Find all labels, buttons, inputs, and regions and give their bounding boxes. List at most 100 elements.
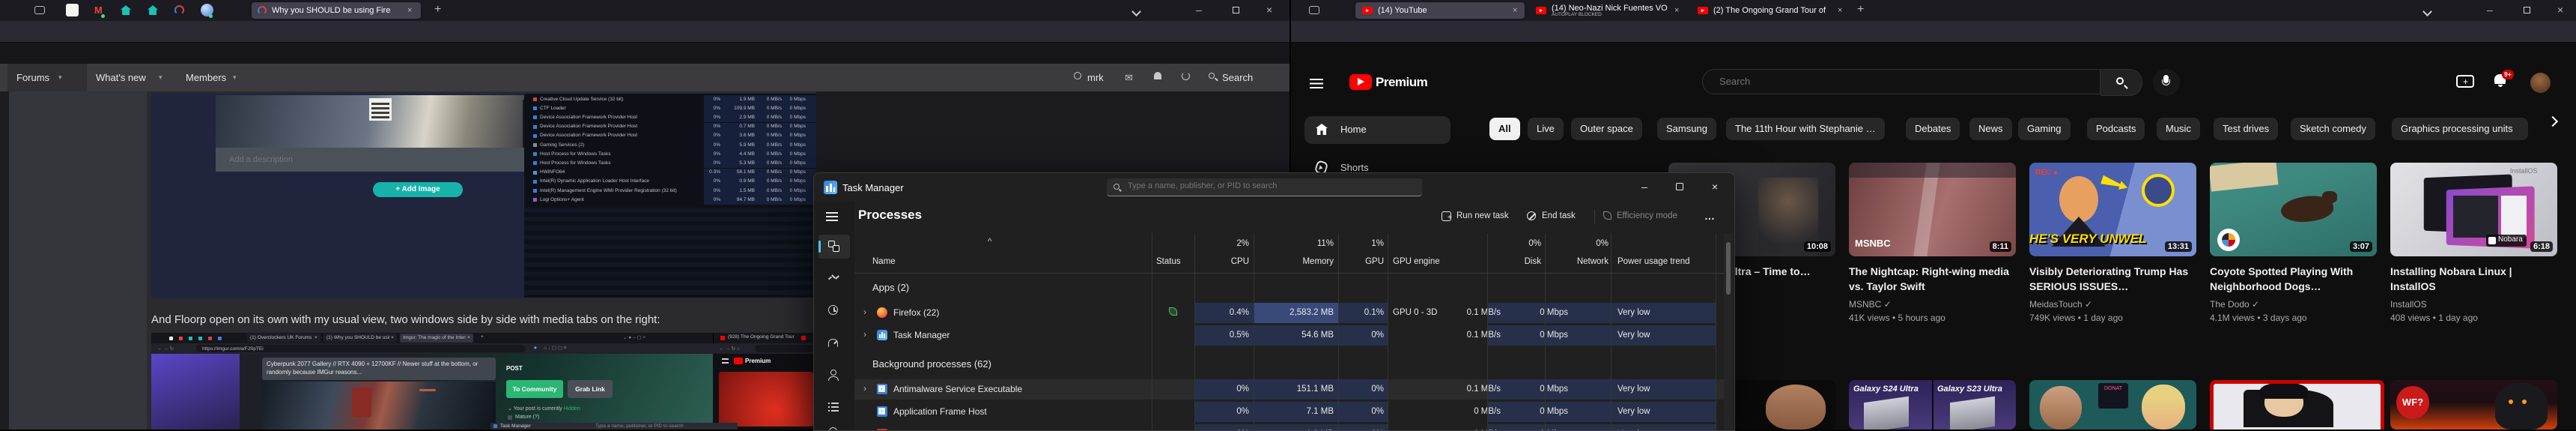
column-cpu[interactable]: CPU (1219, 257, 1249, 266)
video-card[interactable]: 3:07 Coyote Spotted Playing With Neighbor… (2210, 163, 2377, 335)
tab-list-chevron-icon[interactable] (1131, 7, 1141, 16)
alerts-bell-icon[interactable] (1154, 72, 1161, 79)
column-disk[interactable]: Disk (1511, 257, 1541, 266)
tab-close-icon[interactable]: × (1674, 6, 1679, 15)
column-gpu-engine[interactable]: GPU engine (1393, 257, 1440, 266)
sidebar-item-home[interactable]: Home (1304, 116, 1450, 144)
video-channel[interactable]: InstallOS (2390, 299, 2427, 310)
video-card[interactable]: MSNBC8:11The Nightcap: Right-wing media … (1849, 163, 2016, 335)
video-card[interactable]: REC ●HE'S VERY UNWEL13:31 Visibly Deterio… (2029, 163, 2196, 335)
browser-tab[interactable]: (14) YouTube× (1355, 2, 1525, 19)
search-input[interactable] (1718, 75, 2077, 88)
column-gpu[interactable]: GPU (1354, 257, 1384, 266)
video-thumbnail-row2[interactable] (2210, 380, 2384, 430)
column-memory[interactable]: Memory (1296, 257, 1334, 266)
library-icon[interactable] (1309, 6, 1319, 14)
run-new-task-button[interactable]: Run new task (1456, 211, 1509, 220)
tab-list-chevron-icon[interactable] (2422, 7, 2432, 16)
tm-nav-hamburger-icon[interactable] (826, 212, 838, 221)
column-network[interactable]: Network (1571, 257, 1609, 266)
column-name[interactable]: Name (872, 257, 896, 266)
video-thumbnail[interactable]: REC ●HE'S VERY UNWEL13:31 (2029, 163, 2196, 256)
minimize-button[interactable]: – (1196, 4, 1202, 15)
chip-debates[interactable]: Debates (1906, 118, 1960, 140)
sphere-pinned-tab-icon[interactable] (201, 4, 213, 16)
voice-search-button[interactable] (2153, 69, 2180, 96)
close-button[interactable]: × (1266, 4, 1272, 15)
guide-hamburger-icon[interactable] (1310, 79, 1323, 88)
video-title[interactable]: Installing Nobara Linux | InstallOS (2390, 264, 2554, 294)
tm-minimize-button[interactable]: – (1641, 181, 1647, 193)
process-group-label[interactable]: Background processes (62) (872, 358, 991, 370)
new-tab-button[interactable]: + (434, 4, 441, 15)
tm-scrollbar-thumb[interactable] (1726, 242, 1731, 295)
network-total[interactable]: 0% (1571, 239, 1609, 248)
search-box[interactable] (1702, 69, 2100, 94)
youtube-logo-icon[interactable] (1349, 74, 1372, 90)
expand-chevron-icon[interactable]: › (863, 383, 866, 394)
maximize-button[interactable] (2524, 7, 2530, 13)
premium-wordmark[interactable]: Premium (1376, 75, 1427, 90)
process-row[interactable]: Application Frame Host0%7.1 MB0%0 MB/s0 … (854, 402, 1724, 422)
process-row[interactable]: ›Task Manager0.5%54.6 MB0%0.1 MB/s0 Mbps… (854, 325, 1724, 346)
video-thumbnail-row2[interactable]: DONAT (2029, 380, 2196, 430)
forum-nav-item-what-s-new[interactable]: What's new (96, 72, 146, 83)
tab-forum-thread[interactable]: Why you SHOULD be using Fire × (252, 2, 421, 19)
video-thumbnail-row2[interactable]: Galaxy S24 UltraGalaxy S23 Ultra (1849, 380, 2016, 430)
create-icon[interactable]: + (2456, 75, 2474, 88)
gpu-total[interactable]: 1% (1354, 239, 1384, 248)
rail-app-history-icon[interactable] (828, 305, 840, 317)
chip-all[interactable]: All (1489, 118, 1520, 140)
chip-the-11th-hour-with-stephanie-[interactable]: The 11th Hour with Stephanie … (1726, 118, 1885, 140)
process-row[interactable]: ›Firefox (22)0.4%2,583.2 MB0.1%GPU 0 - 3… (854, 303, 1724, 323)
tm-search-box[interactable] (1107, 178, 1422, 196)
tab-close-icon[interactable]: × (407, 6, 412, 15)
home-assistant-pinned-tab-icon[interactable] (120, 4, 133, 16)
disk-total[interactable]: 0% (1511, 239, 1541, 248)
minimize-button[interactable]: – (2487, 4, 2493, 15)
column-power[interactable]: Power usage trend (1617, 257, 1690, 266)
gmail-pinned-tab-icon[interactable]: M (93, 4, 106, 16)
home-assistant-pinned-tab-icon[interactable] (147, 4, 160, 16)
video-card[interactable]: InstallOSNobara6:18Installing Nobara Lin… (2390, 163, 2557, 335)
video-channel[interactable]: The Dodo ✓ (2210, 299, 2259, 310)
video-title[interactable]: Visibly Deteriorating Trump Has SERIOUS … (2029, 264, 2193, 294)
inbox-envelope-icon[interactable]: ✉ (1125, 72, 1133, 84)
forum-nav-item-members[interactable]: Members (186, 72, 226, 83)
sort-indicator[interactable]: ^ (988, 238, 991, 247)
search-icon[interactable] (1209, 73, 1215, 79)
video-thumbnail[interactable]: 3:07 (2210, 163, 2377, 256)
chip-sketch-comedy[interactable]: Sketch comedy (2291, 118, 2375, 140)
speedtest-pinned-tab-icon[interactable] (174, 4, 186, 16)
tm-close-button[interactable]: × (1712, 181, 1718, 193)
rail-users-icon[interactable] (828, 370, 840, 382)
chip-gaming[interactable]: Gaming (2018, 118, 2071, 140)
video-channel[interactable]: MeidasTouch ✓ (2029, 299, 2092, 310)
chip-podcasts[interactable]: Podcasts (2087, 118, 2145, 140)
avatar[interactable] (2530, 73, 2551, 93)
search-label[interactable]: Search (1222, 72, 1253, 83)
chip-graphics-processing-units[interactable]: Graphics processing units (2392, 118, 2528, 140)
tab-close-icon[interactable]: × (1513, 6, 1517, 15)
new-tab-button[interactable]: + (1857, 4, 1864, 15)
expand-chevron-icon[interactable]: › (863, 329, 866, 340)
theme-palette-icon[interactable] (1182, 72, 1190, 80)
process-row[interactable]: ›Antimalware Service Executable0%151.1 M… (854, 379, 1724, 400)
cpu-total[interactable]: 2% (1219, 239, 1249, 248)
tm-search-input[interactable] (1126, 181, 1411, 191)
rail-performance-icon[interactable] (828, 273, 840, 285)
browser-tab[interactable]: (14) Neo-Nazi Nick Fuentes VOAUTOPLAY BL… (1529, 2, 1686, 19)
rail-details-icon[interactable] (828, 402, 840, 414)
more-options-button[interactable]: … (1704, 210, 1715, 222)
user-icon[interactable] (1074, 72, 1081, 79)
library-icon[interactable] (34, 6, 45, 14)
browser-tab[interactable]: (2) The Ongoing Grand Tour of× (1691, 2, 1850, 19)
video-thumbnail-row2[interactable]: WF? (2390, 380, 2557, 430)
forum-nav-item-forums[interactable]: Forums (16, 72, 49, 83)
username[interactable]: mrk (1087, 72, 1104, 83)
tab-close-icon[interactable]: × (1838, 6, 1842, 15)
video-title[interactable]: Coyote Spotted Playing With Neighborhood… (2210, 264, 2373, 294)
column-status[interactable]: Status (1156, 257, 1181, 266)
process-group-label[interactable]: Apps (2) (872, 282, 909, 293)
chip-live[interactable]: Live (1528, 118, 1564, 140)
